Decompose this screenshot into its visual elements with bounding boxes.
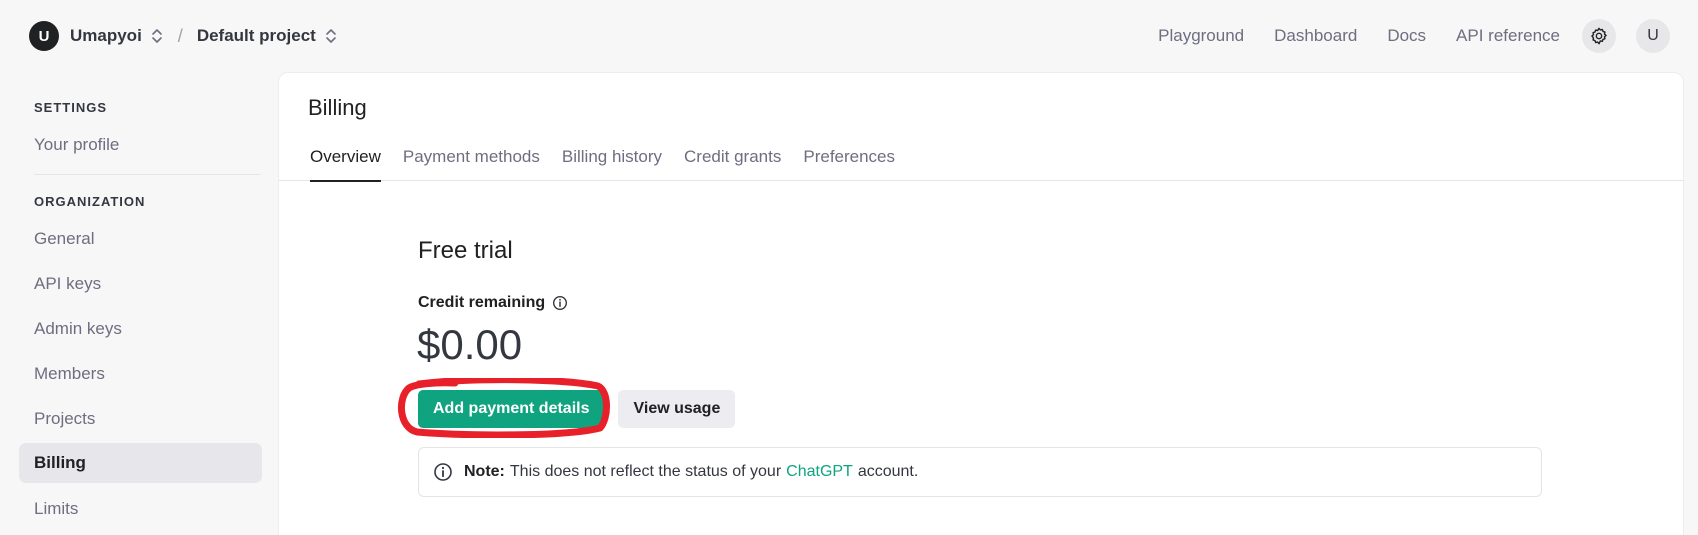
credit-amount: $0.00: [417, 321, 523, 368]
sidebar-divider: [34, 174, 260, 175]
tab-billing-history[interactable]: Billing history: [562, 139, 662, 181]
sidebar-item-projects[interactable]: Projects: [19, 399, 262, 439]
page-title: Billing: [308, 95, 367, 120]
org-switcher-label[interactable]: Umapyoi: [70, 26, 142, 46]
credit-remaining-label: Credit remaining: [418, 294, 568, 312]
sidebar-item-limits[interactable]: Limits: [19, 489, 262, 529]
nav-api-reference[interactable]: API reference: [1456, 26, 1560, 46]
info-icon: [433, 462, 453, 482]
info-icon[interactable]: [552, 295, 568, 311]
billing-panel: Billing Overview Payment methods Billing…: [278, 72, 1684, 535]
project-switcher-label[interactable]: Default project: [197, 26, 316, 46]
tab-preferences[interactable]: Preferences: [803, 139, 895, 181]
chatgpt-link[interactable]: ChatGPT: [786, 463, 853, 481]
note-text: This does not reflect the status of your: [509, 463, 782, 480]
gear-icon: [1591, 27, 1607, 45]
add-payment-details-button[interactable]: Add payment details: [418, 390, 605, 428]
sidebar: SETTINGS Your profile ORGANIZATION Gener…: [0, 72, 262, 535]
note-label: Note:: [464, 463, 505, 480]
top-bar: U Umapyoi / Default project Playground D…: [0, 0, 1698, 72]
settings-heading: SETTINGS: [34, 100, 108, 115]
nav-docs[interactable]: Docs: [1387, 26, 1426, 46]
user-avatar[interactable]: U: [1636, 19, 1670, 53]
billing-tabs: Overview Payment methods Billing history…: [279, 139, 1683, 182]
nav-playground[interactable]: Playground: [1158, 26, 1244, 46]
org-avatar[interactable]: U: [29, 21, 59, 51]
tab-overview[interactable]: Overview: [310, 139, 381, 182]
chevron-up-down-icon[interactable]: [324, 27, 338, 45]
chatgpt-note: Note: This does not reflect the status o…: [418, 447, 1542, 497]
settings-button[interactable]: [1582, 19, 1616, 53]
tab-payment-methods[interactable]: Payment methods: [403, 139, 540, 181]
billing-actions: Add payment details View usage: [418, 390, 736, 428]
sidebar-item-billing[interactable]: Billing: [19, 443, 262, 483]
sidebar-item-your-profile[interactable]: Your profile: [19, 125, 262, 165]
credit-label-text: Credit remaining: [418, 294, 546, 311]
sidebar-item-api-keys[interactable]: API keys: [19, 264, 262, 304]
view-usage-button[interactable]: View usage: [618, 390, 736, 428]
tab-credit-grants[interactable]: Credit grants: [684, 139, 781, 181]
breadcrumb-separator: /: [177, 25, 183, 46]
sidebar-item-admin-keys[interactable]: Admin keys: [19, 309, 262, 349]
sidebar-item-general[interactable]: General: [19, 219, 262, 259]
organization-heading: ORGANIZATION: [34, 194, 146, 209]
sidebar-item-members[interactable]: Members: [19, 354, 262, 394]
nav-dashboard[interactable]: Dashboard: [1274, 26, 1357, 46]
plan-title: Free trial: [418, 237, 513, 264]
top-nav: Playground Dashboard Docs API reference …: [1158, 19, 1670, 53]
note-text-end: account.: [857, 463, 919, 480]
chevron-up-down-icon[interactable]: [150, 27, 164, 45]
